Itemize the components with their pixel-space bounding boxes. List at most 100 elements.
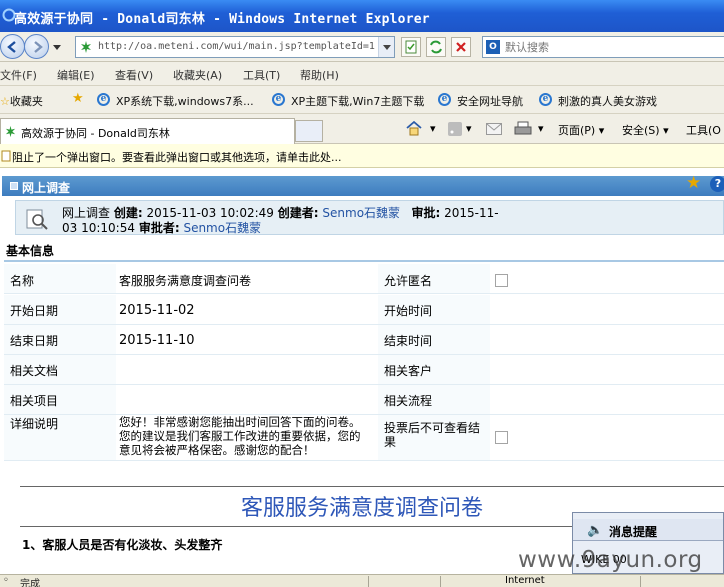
new-tab-button[interactable] [295,120,323,142]
favorite-star-icon[interactable]: ★ [686,175,701,192]
compat-view-button[interactable] [401,37,421,57]
add-favorite-icon[interactable]: ★ [72,91,84,106]
form-row-project: 相关项目 相关流程 [4,385,724,415]
menu-file[interactable]: 文件(F) [0,67,37,83]
mail-icon[interactable] [486,123,502,135]
module-name: 网上调查 [62,206,111,220]
menu-help[interactable]: 帮助(H) [300,67,339,83]
search-box[interactable]: O [482,36,724,58]
favorites-bar: ☆收藏夹 ★ e XP系统下载,windows7系... e XP主题下载,Wi… [0,86,724,114]
form-row-detail: 详细说明 您好！非常感谢您能抽出时间回答下面的问卷。 您的建议是我们客服工作改进… [4,415,724,461]
feeds-dropdown-icon[interactable]: ▾ [466,122,472,135]
form-row-start: 开始日期 2015-11-02 开始时间 [4,295,724,325]
vote-result-checkbox[interactable] [495,431,508,444]
start-date-label: 开始日期 [4,295,116,324]
detail-line-1: 您好！非常感谢您能抽出时间回答下面的问卷。 [119,415,361,429]
history-dropdown-icon[interactable] [53,45,61,50]
question-1: 1、客服人员是否有化淡妆、头发整齐 [22,538,223,552]
page-menu[interactable]: 页面(P) ▾ [558,122,604,138]
created-label: 创建: [113,206,143,220]
menu-favorites[interactable]: 收藏夹(A) [173,67,222,83]
status-divider [440,576,441,587]
panel-header: 网上调查 [2,176,724,196]
related-customer-label: 相关客户 [378,355,490,384]
ie-page-icon: e [272,93,285,106]
refresh-button[interactable] [426,37,446,57]
tab-current[interactable]: 高效源于协同 - Donald司东林 [0,118,295,144]
window-title: 高效源于协同 - Donald司东林 - Windows Internet Ex… [14,12,430,27]
page-status-icon: ◦ [3,575,9,586]
stop-icon [456,42,466,52]
detail-label: 详细说明 [4,415,116,460]
search-provider-icon: O [486,40,500,54]
security-zone: Internet [505,575,545,586]
favorites-button[interactable]: ☆收藏夹 [0,93,43,109]
safety-menu-label: 安全(S) [622,124,660,137]
fav-link-4[interactable]: 刺激的真人美女游戏 [558,93,657,109]
vote-result-label: 投票后不可查看结 果 [378,415,490,460]
anon-checkbox[interactable] [495,274,508,287]
popup-blocked-infobar[interactable]: 阻止了一个弹出窗口。要查看此弹出窗口或其他选项，请单击此处... [0,144,724,168]
approved-label: 审批: [411,206,441,220]
name-value: 客服服务满意度调查问卷 [119,274,252,288]
menu-bar: 文件(F) 编辑(E) 查看(V) 收藏夹(A) 工具(T) 帮助(H) [0,62,724,86]
fav-link-3[interactable]: 安全网址导航 [457,93,523,109]
print-icon[interactable] [514,121,532,137]
approver-link[interactable]: Senmo石魏蒙 [183,221,261,235]
detail-line-2: 您的建议是我们客服工作改进的重要依据，您的 [119,429,361,443]
site-favicon-icon [81,41,91,53]
survey-divider [20,486,724,487]
back-arrow-icon [7,41,16,53]
compat-view-icon [405,40,417,54]
document-info-bar: 网上调查 创建: 2015-11-03 10:02:49 创建者: Senmo石… [15,200,724,235]
favorites-label: 收藏夹 [9,95,43,108]
speaker-icon: 🔈 [587,523,604,538]
back-button[interactable] [0,34,25,59]
anon-label: 允许匿名 [378,264,490,293]
print-dropdown-icon[interactable]: ▾ [538,122,544,135]
address-dropdown-icon[interactable] [378,37,394,57]
section-divider [4,260,724,262]
shield-icon [1,150,11,162]
safety-menu[interactable]: 安全(S) ▾ [622,122,669,138]
tools-menu[interactable]: 工具(O [686,122,721,138]
status-bar: ◦ 完成 Internet [0,574,724,587]
address-field[interactable]: http://oa.meteni.com/wui/main.jsp?templa… [75,36,395,58]
feeds-icon[interactable] [448,122,462,136]
home-dropdown-icon[interactable]: ▾ [430,122,436,135]
menu-edit[interactable]: 编辑(E) [57,67,95,83]
site-favicon-icon [5,125,16,138]
menu-view[interactable]: 查看(V) [115,67,153,83]
favorites-star-icon: ☆ [0,95,10,108]
search-input[interactable] [505,39,724,55]
refresh-icon [430,40,442,54]
detail-line-3: 意见将会被严格保密。感谢您的配合！ [119,443,315,457]
help-icon[interactable]: ? [710,176,724,192]
related-doc-label: 相关文档 [4,355,116,384]
menu-tools[interactable]: 工具(T) [243,67,280,83]
creator-label: 创建者: [277,206,319,220]
status-divider [368,576,369,587]
tab-title: 高效源于协同 - Donald司东林 [21,127,170,140]
form-row-end: 结束日期 2015-11-10 结束时间 [4,325,724,355]
survey-document-icon [26,209,48,230]
home-icon[interactable] [405,120,423,136]
fav-link-2[interactable]: XP主题下载,Win7主题下载 [291,93,424,109]
fav-link-1[interactable]: XP系统下载,windows7系... [116,93,254,109]
end-time-label: 结束时间 [378,325,490,354]
form-row-doc: 相关文档 相关客户 [4,355,724,385]
ie-page-icon: e [438,93,451,106]
approved-time: 03 10:10:54 [62,221,135,235]
tab-bar: 高效源于协同 - Donald司东林 ▾ ▾ ▾ 页面(P) ▾ 安全(S) ▾… [0,114,724,144]
forward-button[interactable] [24,34,49,59]
creator-link[interactable]: Senmo石魏蒙 [322,206,400,220]
status-text: 完成 [20,579,40,587]
vote-result-line-2: 果 [384,435,397,449]
approver-label: 审批者: [138,221,180,235]
end-date-value: 2015-11-10 [119,333,195,348]
doc-info-line-2: 03 10:10:54 审批者: Senmo石魏蒙 [62,219,261,236]
form-row-name: 名称 客服服务满意度调查问卷 允许匿名 [4,264,724,294]
stop-button[interactable] [451,37,471,57]
related-project-label: 相关项目 [4,385,116,414]
address-toolbar: http://oa.meteni.com/wui/main.jsp?templa… [0,32,724,62]
